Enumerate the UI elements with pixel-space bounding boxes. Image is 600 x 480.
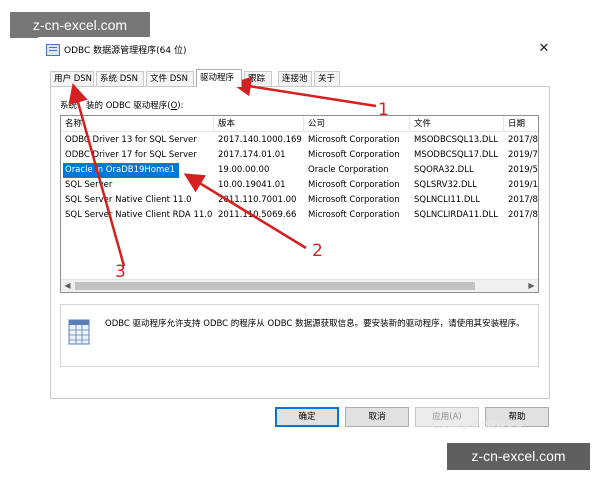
annotation-number-2: 2 xyxy=(312,241,323,261)
annotation-number-3: 3 xyxy=(115,262,126,282)
annotation-overlay xyxy=(68,76,377,267)
annotation-arrow-2 xyxy=(183,173,307,250)
annotation-arrow-3 xyxy=(68,83,126,267)
watermark-bottom: z-cn-excel.com xyxy=(447,443,590,470)
annotation-number-1: 1 xyxy=(378,100,389,120)
annotation-arrow-1 xyxy=(231,76,377,108)
tab-drivers[interactable]: 驱动程序 xyxy=(196,69,242,87)
